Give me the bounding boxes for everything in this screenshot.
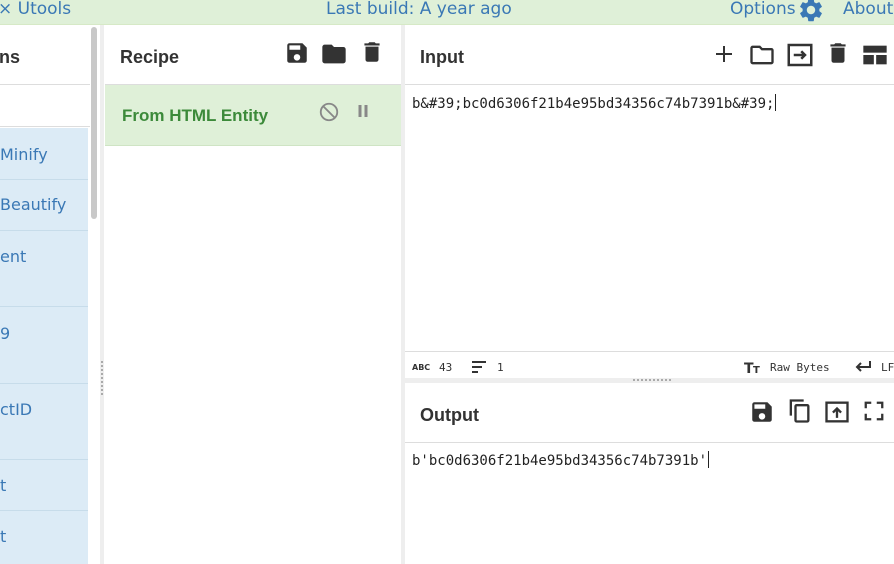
output-textarea[interactable]: b'bc0d6306f21b4e95bd34356c74b7391b' [412,451,710,469]
io-panel: Input b&#39;bc0d6306f21b4e95bd34356c74b7… [405,25,894,564]
about-link[interactable]: About [843,0,893,18]
gear-icon[interactable] [797,0,825,24]
output-header: Output [405,383,894,443]
recipe-panel: Recipe From HTML Entity [105,25,401,564]
operation-item[interactable]: t [0,460,88,511]
operation-item[interactable]: Minify [0,128,88,180]
operation-item[interactable]: 9 [0,307,88,384]
operation-item[interactable]: ent [0,231,88,307]
abc-length-icon: ABC [412,363,430,371]
save-output-icon[interactable] [749,399,775,425]
operation-item[interactable]: ctID [0,384,88,460]
io-divider-grip [633,379,673,381]
input-textarea[interactable]: b&#39;bc0d6306f21b4e95bd34356c74b7391b&#… [412,94,777,112]
clear-input-icon[interactable] [825,40,851,66]
save-icon[interactable] [284,40,310,66]
operations-scrollbar[interactable] [91,27,97,219]
input-lines: 1 [497,361,504,374]
pause-icon[interactable] [354,102,372,120]
options-link[interactable]: Options [730,0,796,18]
input-length: 43 [439,361,453,374]
top-banner: × Utools Last build: A year ago Options … [0,0,894,25]
operations-list: Minify Beautify ent 9 ctID t t [0,128,88,564]
last-build-text: Last build: A year ago [326,0,512,19]
folder-icon[interactable] [320,40,348,68]
operations-title: ns [0,47,21,67]
add-tab-icon[interactable] [712,42,736,66]
lines-icon [472,361,486,373]
input-header: Input [405,25,894,85]
eol-icon [855,361,871,372]
operation-item[interactable]: t [0,511,88,564]
recipe-header: Recipe [105,25,401,85]
recipe-item-from-html-entity[interactable]: From HTML Entity [105,85,401,146]
svg-text:ABC: ABC [412,363,430,371]
input-status-bar: ABC 43 1 T T Raw Bytes LF [405,351,894,378]
recipe-title: Recipe [120,47,180,67]
operations-search-input[interactable] [0,85,90,127]
open-file-icon[interactable] [785,40,815,70]
banner-left-text[interactable]: × Utools [0,0,71,18]
text-format-icon[interactable]: T T [744,359,764,375]
text-caret [775,94,777,111]
divider-grip [101,361,103,397]
recipe-item-name: From HTML Entity [122,106,269,125]
operations-panel: ns Minify Beautify ent 9 ctID t t [0,25,100,564]
input-title: Input [420,47,464,67]
svg-text:T: T [753,365,760,375]
trash-icon[interactable] [359,39,385,65]
input-format[interactable]: Raw Bytes [770,361,830,374]
output-title: Output [420,405,479,425]
layout-icon[interactable] [861,41,889,69]
disable-icon[interactable] [318,101,340,123]
input-eol[interactable]: LF [881,361,894,374]
operation-item[interactable]: Beautify [0,180,88,231]
text-caret [708,451,710,468]
copy-output-icon[interactable] [785,397,813,425]
open-folder-icon[interactable] [748,41,776,69]
replace-input-icon[interactable] [823,398,851,426]
column-divider[interactable] [100,25,104,564]
operations-header: ns [0,25,90,85]
maximize-icon[interactable] [863,400,885,422]
